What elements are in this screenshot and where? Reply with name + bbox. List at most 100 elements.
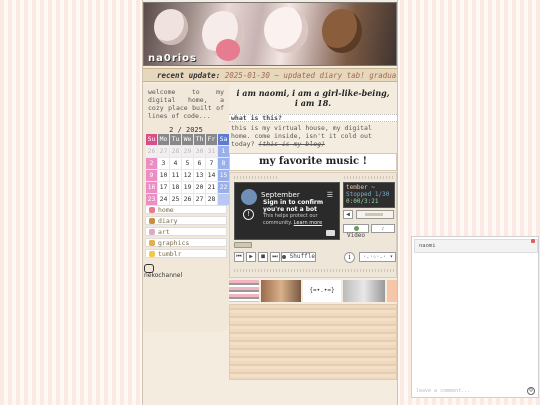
- calendar-day[interactable]: 2: [146, 158, 157, 169]
- calendar-day[interactable]: 8: [218, 158, 229, 169]
- palette-icon: [149, 228, 155, 235]
- video-toggle[interactable]: Video: [343, 224, 369, 239]
- calendar-day[interactable]: 25: [170, 194, 181, 205]
- calendar-day[interactable]: 13: [194, 170, 205, 181]
- calendar-day[interactable]: 15: [218, 170, 229, 181]
- nav-item-graphics[interactable]: graphics: [145, 238, 227, 247]
- calendar-day[interactable]: 12: [182, 170, 193, 181]
- playlist-select[interactable]: ·.·☆·.· ▾: [359, 252, 396, 262]
- divider: [344, 176, 394, 179]
- what-heading: what is this?: [229, 114, 397, 122]
- toggle-dot-icon: [353, 226, 359, 231]
- calendar-day[interactable]: 24: [158, 194, 169, 205]
- volume-button[interactable]: [234, 242, 252, 248]
- calendar-day[interactable]: 22: [218, 182, 229, 193]
- calendar-day[interactable]: 6: [194, 158, 205, 169]
- calendar-day[interactable]: 26: [182, 194, 193, 205]
- close-icon[interactable]: [531, 239, 535, 243]
- playback-status: Stopped 1/30: [346, 191, 390, 198]
- star-icon: [149, 250, 155, 257]
- what-body: this is my virtual house, my digital hom…: [231, 124, 395, 148]
- intro-heading: i am naomi, i am a girl-like-being, i am…: [231, 88, 395, 108]
- nav-item-diary[interactable]: diary: [145, 216, 227, 225]
- calendar-day[interactable]: [218, 194, 229, 205]
- signin-message: Sign in to confirm you're not a bot This…: [263, 199, 335, 227]
- calendar-weekday: Fr: [206, 134, 217, 145]
- calendar-day[interactable]: 28: [206, 194, 217, 205]
- youtube-logo-icon[interactable]: [326, 230, 335, 236]
- divider: [234, 176, 278, 179]
- nav-item-art[interactable]: art: [145, 227, 227, 236]
- shuffle-button[interactable]: Shuffle: [281, 252, 316, 262]
- calendar-day[interactable]: 19: [182, 182, 193, 193]
- badge-label: nekochannel: [144, 272, 183, 279]
- nav-label: tumblr: [158, 249, 182, 258]
- stamp-image: {=•.•=}: [303, 280, 341, 302]
- widget-header: naomi: [414, 239, 538, 253]
- menu-icon[interactable]: ☰: [327, 191, 333, 199]
- nav-item-tumblr[interactable]: tumblr: [145, 249, 227, 258]
- learn-more-link[interactable]: Learn more: [294, 220, 323, 226]
- calendar-grid: Su Mo Tu We Th Fr Sa 26 27 28 29 30 31 1 2 3 4 5 6 7 8 9 10 11 1…: [146, 134, 229, 205]
- transport-bar: ⏮ ▶ ■ ⏭ Shuffle i ·.·☆·.· ▾: [234, 252, 396, 263]
- slider-thumb[interactable]: [365, 213, 383, 216]
- house-icon: [149, 206, 155, 213]
- volume-slider[interactable]: [356, 210, 394, 219]
- sidebar-nav: home diary art graphics tumblr: [145, 205, 227, 260]
- stop-icon[interactable]: ■: [258, 252, 268, 262]
- calendar-weekday: Tu: [170, 134, 181, 145]
- doll-image: [322, 9, 362, 53]
- song-title: tember ~: [346, 184, 375, 191]
- stamp-image: [229, 280, 259, 302]
- info-button[interactable]: i: [344, 252, 355, 263]
- video-embed[interactable]: September ☰ ! Sign in to confirm you're …: [234, 182, 340, 240]
- music-section-title: my favorite music !: [229, 153, 397, 171]
- calendar-day[interactable]: 30: [194, 146, 205, 157]
- comment-input[interactable]: leave a comment...: [414, 388, 524, 395]
- stamp-image: [343, 280, 385, 302]
- calendar-day[interactable]: 27: [158, 146, 169, 157]
- calendar-day[interactable]: 7: [206, 158, 217, 169]
- nav-label: diary: [158, 216, 178, 225]
- select-value: ·.·☆·.·: [363, 254, 387, 260]
- smile-icon[interactable]: ☺: [527, 387, 535, 395]
- doll-image: [264, 7, 308, 53]
- nekochannel-badge[interactable]: nekochannel: [144, 264, 186, 279]
- nav-label: art: [158, 227, 170, 236]
- calendar-day[interactable]: 1: [218, 146, 229, 157]
- warning-icon: !: [243, 209, 254, 220]
- signin-title: Sign in to confirm you're not a bot: [263, 199, 324, 213]
- calendar-day[interactable]: 29: [182, 146, 193, 157]
- calendar-day[interactable]: 26: [146, 146, 157, 157]
- calendar-day[interactable]: 9: [146, 170, 157, 181]
- calendar-day[interactable]: 17: [158, 182, 169, 193]
- calendar-day[interactable]: 23: [146, 194, 157, 205]
- calendar-day[interactable]: 10: [158, 170, 169, 181]
- calendar-day[interactable]: 11: [170, 170, 181, 181]
- calendar-day[interactable]: 16: [146, 182, 157, 193]
- calendar-day[interactable]: 31: [206, 146, 217, 157]
- calendar-day[interactable]: 21: [206, 182, 217, 193]
- site-name: na0rios: [148, 53, 198, 64]
- calendar-day[interactable]: 20: [194, 182, 205, 193]
- next-track-icon[interactable]: ⏭: [270, 252, 280, 262]
- sticker-icon: ♪: [371, 224, 395, 233]
- calendar-day[interactable]: 28: [170, 146, 181, 157]
- stamp-image: [387, 280, 397, 302]
- calendar-day[interactable]: 5: [182, 158, 193, 169]
- speaker-icon[interactable]: ◀: [343, 210, 353, 219]
- ticker-text: 2025-01-30 ~ updated diary tab! gradual …: [224, 71, 397, 80]
- prev-track-icon[interactable]: ⏮: [234, 252, 244, 262]
- doll-image: [154, 9, 188, 45]
- calendar-weekday: Th: [194, 134, 205, 145]
- playback-time: 0:00/3:21: [346, 198, 379, 205]
- calendar-day[interactable]: 14: [206, 170, 217, 181]
- calendar-day[interactable]: 4: [170, 158, 181, 169]
- widget-title: naomi: [419, 243, 436, 249]
- calendar-day[interactable]: 27: [194, 194, 205, 205]
- nav-item-home[interactable]: home: [145, 205, 227, 214]
- calendar-day[interactable]: 18: [170, 182, 181, 193]
- play-icon[interactable]: ▶: [246, 252, 256, 262]
- toggle-row: Video ♪: [343, 224, 395, 239]
- calendar-day[interactable]: 3: [158, 158, 169, 169]
